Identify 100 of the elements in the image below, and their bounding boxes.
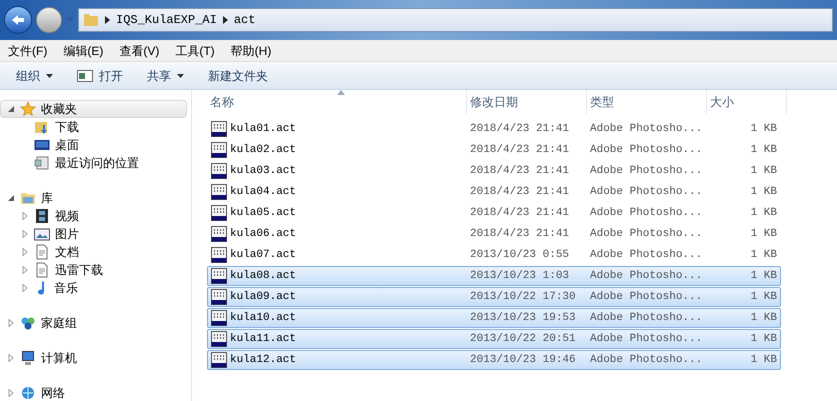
file-name: kula05.act <box>230 206 296 221</box>
sidebar-item[interactable]: 最近访问的位置 <box>0 154 187 172</box>
menu-item[interactable]: 编辑(E) <box>63 42 104 60</box>
desktop-icon <box>34 137 50 153</box>
file-name: kula07.act <box>230 248 296 263</box>
toolbar-button[interactable]: 组织 <box>8 64 61 86</box>
file-size: 1 KB <box>750 248 777 263</box>
sidebar-item[interactable]: 下载 <box>0 118 187 136</box>
collapse-arrow-icon[interactable] <box>7 194 15 202</box>
star-icon <box>20 101 36 117</box>
file-type: Adobe Photosho... <box>589 352 704 368</box>
file-row[interactable]: kula08.act 2013/10/23 1:03 Adobe Photosho... 1 KB <box>207 266 781 286</box>
modified-date: 2018/4/23 21:41 <box>469 142 570 158</box>
file-name: kula03.act <box>230 164 296 179</box>
file-size: 1 KB <box>750 142 777 158</box>
file-name: kula06.act <box>230 226 296 242</box>
sidebar-item[interactable]: 网络 <box>0 384 187 401</box>
column-header[interactable]: 名称 <box>207 90 467 114</box>
menu-item[interactable]: 文件(F) <box>8 42 48 60</box>
file-size: 1 KB <box>750 268 777 284</box>
sidebar-item[interactable]: 视频 <box>0 207 187 225</box>
recent-places-icon <box>34 155 50 171</box>
file-size: 1 KB <box>750 184 777 200</box>
sidebar-item[interactable]: 桌面 <box>0 136 187 154</box>
file-row[interactable]: kula07.act 2013/10/23 0:55 Adobe Photosho... 1 KB <box>207 245 781 265</box>
file-row[interactable]: kula10.act 2013/10/23 19:53 Adobe Photosho... 1 KB <box>207 308 781 328</box>
sidebar-item[interactable]: 图片 <box>0 225 187 243</box>
file-type: Adobe Photosho... <box>589 122 704 137</box>
sidebar-item[interactable]: 库 <box>0 189 187 207</box>
file-size: 1 KB <box>750 352 777 368</box>
file-name: kula10.act <box>230 310 296 326</box>
toolbar-button[interactable]: 打开 <box>69 64 131 86</box>
expand-arrow-icon[interactable] <box>21 212 29 220</box>
modified-date: 2018/4/23 21:41 <box>469 164 570 179</box>
file-row[interactable]: kula12.act 2013/10/23 19:46 Adobe Photosho... 1 KB <box>207 350 781 370</box>
file-type: Adobe Photosho... <box>589 268 704 284</box>
breadcrumb-arrow-icon[interactable] <box>105 16 110 24</box>
file-icon <box>211 121 227 137</box>
menu-item[interactable]: 帮助(H) <box>230 42 272 60</box>
back-arrow-icon <box>11 13 25 27</box>
toolbar-button[interactable]: 新建文件夹 <box>200 64 276 86</box>
film-icon <box>34 208 50 224</box>
file-row[interactable]: kula04.act 2018/4/23 21:41 Adobe Photosho... 1 KB <box>207 182 781 202</box>
sidebar-item[interactable]: 计算机 <box>0 349 187 367</box>
homegroup-icon <box>20 315 36 331</box>
back-button[interactable] <box>4 6 32 34</box>
file-name: kula02.act <box>230 142 296 158</box>
image-icon <box>34 226 50 242</box>
sidebar-item[interactable]: 家庭组 <box>0 314 187 332</box>
forward-button[interactable] <box>36 7 62 33</box>
sidebar-item[interactable]: 迅雷下载 <box>0 261 187 279</box>
file-type: Adobe Photosho... <box>589 206 704 221</box>
file-row[interactable]: kula06.act 2018/4/23 21:41 Adobe Photosho... 1 KB <box>207 224 781 244</box>
caret-icon <box>177 74 184 78</box>
document-icon <box>34 244 50 260</box>
expand-arrow-icon[interactable] <box>7 319 15 327</box>
collapse-arrow-icon[interactable] <box>7 105 15 113</box>
column-header[interactable]: 大小 <box>707 90 787 114</box>
file-row[interactable]: kula03.act 2018/4/23 21:41 Adobe Photosho... 1 KB <box>207 161 781 181</box>
file-icon <box>211 247 227 263</box>
expand-arrow-icon[interactable] <box>7 389 15 397</box>
menu-item[interactable]: 工具(T) <box>175 42 215 60</box>
file-row[interactable]: kula05.act 2018/4/23 21:41 Adobe Photosho... 1 KB <box>207 203 781 223</box>
breadcrumb-arrow-icon[interactable] <box>222 16 228 24</box>
column-header[interactable]: 修改日期 <box>467 90 587 114</box>
toolbar-button[interactable]: 共享 <box>139 64 192 86</box>
sidebar-item[interactable]: 文档 <box>0 243 187 261</box>
breadcrumb[interactable]: act <box>234 11 256 29</box>
column-header[interactable]: 类型 <box>587 90 707 114</box>
file-name: kula08.act <box>230 268 296 284</box>
expand-arrow-icon[interactable] <box>21 266 29 274</box>
modified-date: 2018/4/23 21:41 <box>469 184 570 200</box>
file-row[interactable]: kula09.act 2013/10/22 17:30 Adobe Photosho... 1 KB <box>207 287 781 307</box>
expand-arrow-icon[interactable] <box>7 354 15 362</box>
file-type: Adobe Photosho... <box>589 184 704 200</box>
address-bar[interactable]: IQS_KulaEXP_AI act <box>78 8 833 32</box>
file-row[interactable]: kula11.act 2013/10/22 20:51 Adobe Photosho... 1 KB <box>207 329 781 349</box>
modified-date: 2018/4/23 21:41 <box>469 122 570 137</box>
file-type: Adobe Photosho... <box>589 248 704 263</box>
file-icon <box>211 184 227 200</box>
network-icon <box>20 385 36 401</box>
breadcrumb[interactable]: IQS_KulaEXP_AI <box>116 11 217 29</box>
modified-date: 2018/4/23 21:41 <box>469 226 570 242</box>
modified-date: 2013/10/22 20:51 <box>469 332 577 347</box>
expand-arrow-icon[interactable] <box>21 248 29 256</box>
file-icon <box>211 352 227 368</box>
expand-arrow-icon[interactable] <box>21 284 29 292</box>
sidebar-item[interactable]: 音乐 <box>0 279 187 297</box>
file-name: kula01.act <box>230 122 296 137</box>
folder-icon <box>83 12 99 28</box>
file-icon <box>211 163 227 179</box>
file-row[interactable]: kula02.act 2018/4/23 21:41 Adobe Photosho... 1 KB <box>207 140 781 160</box>
file-size: 1 KB <box>750 290 777 305</box>
file-icon <box>211 205 227 221</box>
menu-item[interactable]: 查看(V) <box>119 42 160 60</box>
modified-date: 2013/10/23 19:46 <box>469 352 577 368</box>
file-type: Adobe Photosho... <box>589 332 704 347</box>
expand-arrow-icon[interactable] <box>21 230 29 238</box>
file-row[interactable]: kula01.act 2018/4/23 21:41 Adobe Photosho... 1 KB <box>207 119 781 139</box>
sidebar-item[interactable]: 收藏夹 <box>0 100 187 118</box>
